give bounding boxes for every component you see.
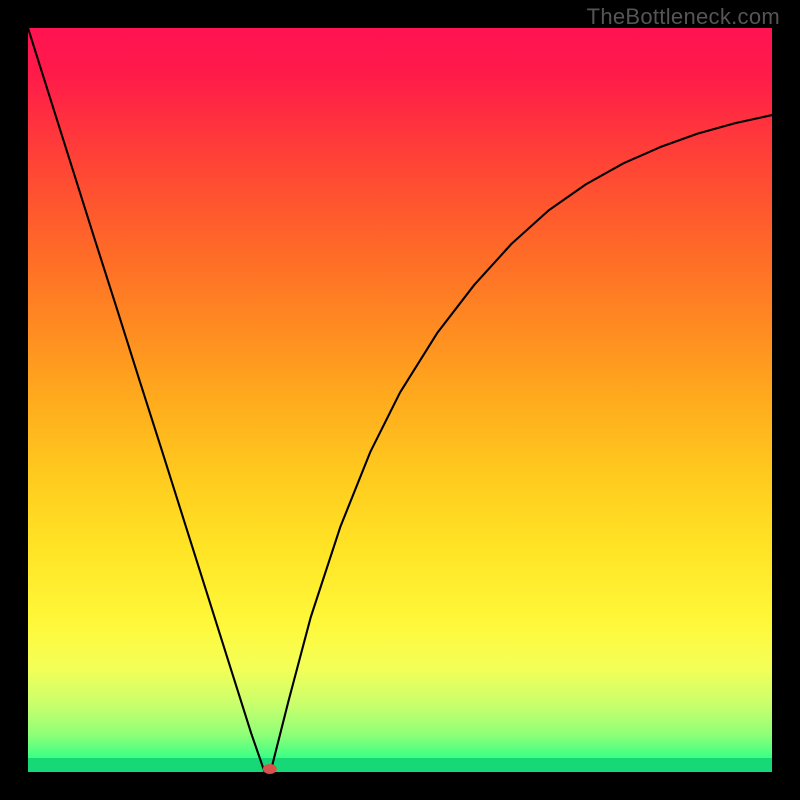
chart-outer-frame: TheBottleneck.com xyxy=(0,0,800,800)
minimum-marker-icon xyxy=(263,764,277,774)
curve-right-branch xyxy=(271,115,772,772)
curve-left-branch xyxy=(28,28,265,772)
plot-area xyxy=(28,28,772,772)
watermark-text: TheBottleneck.com xyxy=(587,4,780,30)
curve-svg xyxy=(28,28,772,772)
